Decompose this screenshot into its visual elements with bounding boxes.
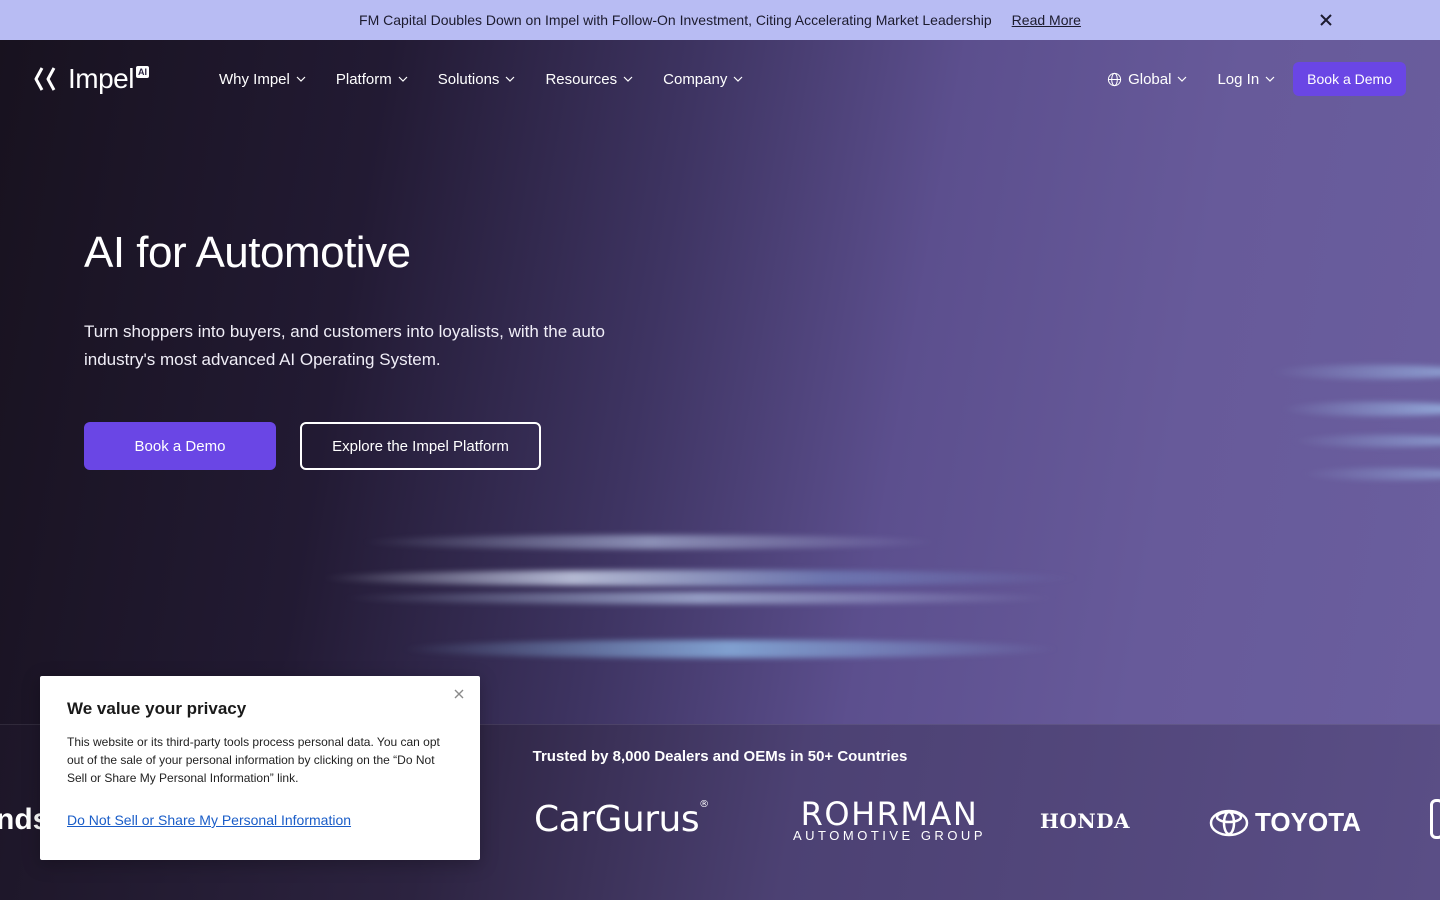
hero-section <box>0 40 1440 724</box>
chevron-down-icon <box>733 76 743 82</box>
light-streak <box>400 640 1060 658</box>
login-menu[interactable]: Log In <box>1217 71 1275 88</box>
chevron-down-icon <box>296 76 306 82</box>
nav-item-label: Company <box>663 70 728 88</box>
announcement-message: FM Capital Doubles Down on Impel with Fo… <box>359 12 992 28</box>
light-streak <box>1300 468 1440 480</box>
impel-logo[interactable]: Impel AI <box>34 63 149 94</box>
nav-item-label: Why Impel <box>219 70 290 88</box>
logo-ai-badge: AI <box>135 66 149 78</box>
light-streak <box>1280 402 1440 416</box>
nav-right: Global Log In Book a Demo <box>1107 40 1406 118</box>
book-demo-button[interactable]: Book a Demo <box>84 422 276 470</box>
light-streak <box>1290 435 1440 447</box>
announcement-bar: FM Capital Doubles Down on Impel with Fo… <box>0 0 1440 40</box>
brand-logo-cutoff <box>1430 799 1440 839</box>
chevron-down-icon <box>506 76 515 82</box>
chevron-down-icon <box>1265 76 1275 82</box>
chevron-down-icon <box>623 76 633 82</box>
light-streak <box>1270 365 1440 379</box>
logo-text: Impel <box>68 63 134 94</box>
impel-mark-icon <box>34 67 56 91</box>
registered-mark: ® <box>699 799 709 810</box>
close-icon[interactable] <box>1316 10 1336 30</box>
book-demo-nav-button[interactable]: Book a Demo <box>1293 62 1406 96</box>
nav-item-label: Resources <box>545 70 618 88</box>
chevron-down-icon <box>1178 76 1187 82</box>
login-label: Log In <box>1217 70 1260 88</box>
nav-item-company[interactable]: Company <box>663 71 743 88</box>
nav-item-platform[interactable]: Platform <box>336 71 408 88</box>
chevron-down-icon <box>398 76 408 82</box>
rohrman-wordmark: ROHRMAN <box>800 795 979 833</box>
toyota-wordmark: TOYOTA <box>1255 807 1361 837</box>
cargurus-logo: CarGurus® <box>534 799 709 840</box>
nav-links: Why Impel Platform Solutions Resources C… <box>219 40 773 118</box>
cargurus-wordmark: CarGurus <box>534 799 700 840</box>
do-not-sell-link[interactable]: Do Not Sell or Share My Personal Informa… <box>67 812 351 828</box>
privacy-title: We value your privacy <box>67 699 247 718</box>
hero-title: AI for Automotive <box>84 228 411 277</box>
main-nav: Impel AI Why Impel Platform Solutions Re… <box>0 40 1440 118</box>
toyota-logo: TOYOTA <box>1209 807 1361 838</box>
region-label: Global <box>1128 70 1172 88</box>
rohrman-logo: ROHRMAN AUTOMOTIVE GROUP <box>793 795 986 843</box>
toyota-emblem-icon <box>1209 809 1249 836</box>
close-icon[interactable] <box>452 687 466 701</box>
nav-item-label: Platform <box>335 70 392 88</box>
hero-subtitle: Turn shoppers into buyers, and customers… <box>84 322 605 369</box>
nav-item-why-impel[interactable]: Why Impel <box>219 71 306 88</box>
nav-item-label: Solutions <box>437 70 500 88</box>
explore-platform-button[interactable]: Explore the Impel Platform <box>300 422 541 470</box>
rohrman-subtitle: AUTOMOTIVE GROUP <box>793 828 986 843</box>
nav-item-solutions[interactable]: Solutions <box>438 71 516 88</box>
globe-icon <box>1107 72 1122 86</box>
privacy-body: This website or its third-party tools pr… <box>67 735 440 785</box>
privacy-popup: We value your privacy This website or it… <box>40 676 480 860</box>
honda-logo: HONDA <box>1040 809 1130 833</box>
light-streak <box>320 570 1080 586</box>
read-more-link[interactable]: Read More <box>1012 12 1081 28</box>
light-streak <box>360 535 940 549</box>
nav-item-resources[interactable]: Resources <box>545 71 633 88</box>
region-selector[interactable]: Global <box>1107 71 1187 88</box>
light-streak <box>340 592 1060 604</box>
